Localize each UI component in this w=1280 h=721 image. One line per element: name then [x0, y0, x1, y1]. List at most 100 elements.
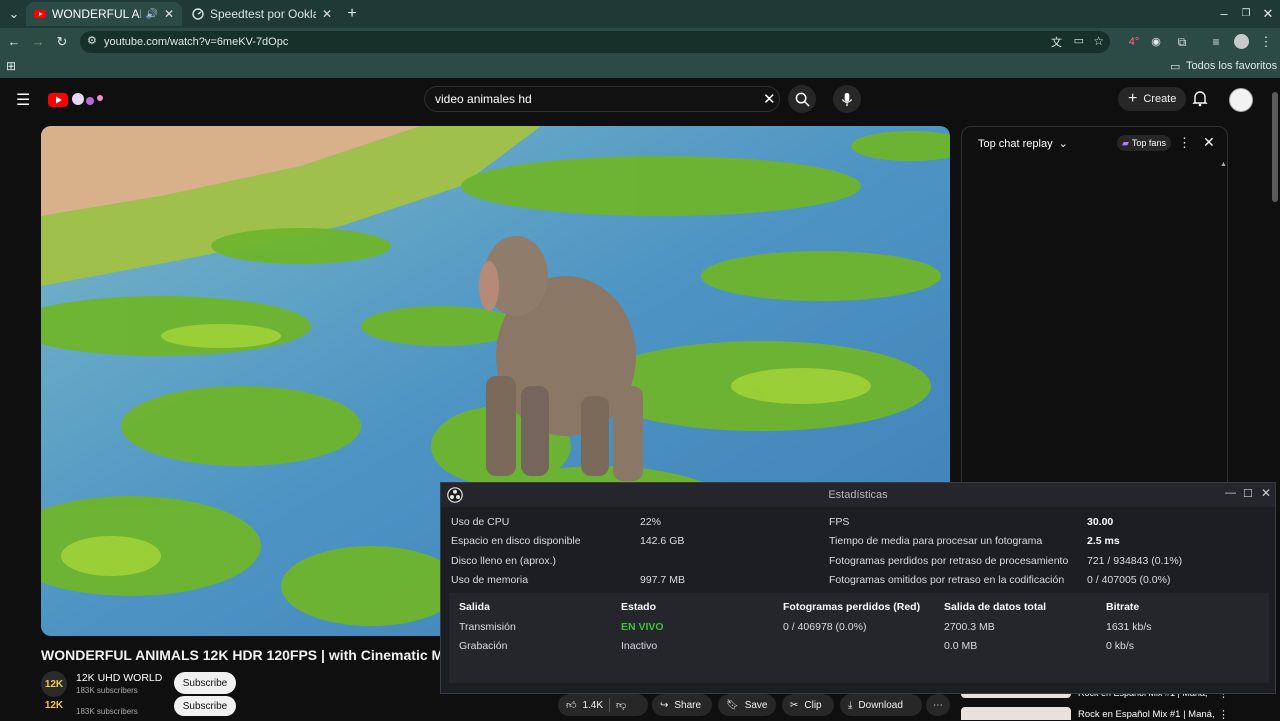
chat-more-icon[interactable]: ⋮	[1178, 135, 1191, 151]
back-icon[interactable]: ←	[4, 32, 24, 52]
notifications-icon[interactable]	[1192, 90, 1208, 112]
table-cell: 0 / 406978 (0.0%)	[783, 621, 867, 633]
subscribe-label: Subscribe	[182, 677, 228, 689]
voice-search-button[interactable]	[833, 85, 861, 113]
tab-title: Speedtest por Ookla - La	[210, 7, 316, 21]
chat-header-label: Top chat replay	[978, 138, 1053, 150]
table-cell: Inactivo	[621, 640, 658, 652]
youtube-favicon-icon	[34, 10, 46, 18]
account-avatar[interactable]	[1229, 88, 1253, 112]
new-tab-icon[interactable]: +	[342, 4, 362, 24]
tab-title: WONDERFUL ANIMA	[52, 7, 141, 21]
chat-mode-dropdown[interactable]: Top chat replay ⌄	[978, 137, 1068, 150]
site-info-icon[interactable]: ⚙	[87, 34, 97, 47]
download-button[interactable]: ⤓ Download	[840, 694, 922, 716]
thumbs-down-icon[interactable]: 👎︎	[616, 699, 626, 711]
stat-label: FPS	[829, 516, 850, 528]
stat-value: 142.6 GB	[640, 535, 685, 547]
stat-label: Uso de CPU	[451, 516, 510, 528]
recommended-thumbnail[interactable]	[961, 707, 1071, 720]
obs-title-bar[interactable]: Estadísticas	[441, 483, 1275, 507]
reload-icon[interactable]: ↻	[52, 32, 72, 52]
extensions-puzzle-icon[interactable]: ⧉	[1172, 32, 1192, 52]
subscribe-button[interactable]: Subscribe	[174, 672, 236, 694]
table-cell: Transmisión	[459, 621, 516, 633]
forward-icon[interactable]: →	[28, 32, 48, 52]
thumbs-up-icon[interactable]: 👍︎	[566, 699, 576, 711]
share-icon: ↪	[660, 699, 669, 711]
bookmark-star-icon[interactable]: ☆	[1093, 34, 1104, 48]
obs-minimize-icon[interactable]: —	[1225, 487, 1236, 499]
channel-name[interactable]: 12K UHD WORLD	[76, 672, 162, 684]
browser-menu-icon[interactable]: ⋮	[1256, 32, 1276, 52]
bookmarks-bar: ⊞ ▭ Todos los favoritos	[0, 56, 1280, 78]
extension-icon[interactable]: 4°	[1124, 32, 1144, 52]
media-controls-icon[interactable]: ≡	[1206, 32, 1226, 52]
chat-scroll-up-icon[interactable]: ▲	[1220, 161, 1227, 168]
chat-close-icon[interactable]: ✕	[1203, 134, 1215, 151]
cast-icon[interactable]: ▭	[1074, 34, 1084, 47]
youtube-logo[interactable]	[48, 92, 108, 113]
channel-avatar-duplicate: 12K	[41, 694, 67, 716]
clip-label: Clip	[804, 699, 822, 711]
stat-label: Espacio en disco disponible	[451, 535, 581, 547]
address-bar[interactable]: ⚙ youtube.com/watch?v=6meKV-7dOpc 文 ▭ ☆	[80, 31, 1110, 53]
table-cell: 1631 kb/s	[1106, 621, 1152, 633]
stat-label: Disco lleno en (aprox.)	[451, 555, 557, 567]
obs-stats-window: Estadísticas — ☐ ✕ Uso de CPU 22% Espaci…	[440, 482, 1276, 694]
more-actions-button[interactable]: ⋯	[926, 694, 950, 716]
search-input[interactable]: video animales hd	[424, 86, 780, 112]
all-bookmarks-link[interactable]: Todos los favoritos	[1186, 60, 1277, 72]
table-header: Estado	[621, 601, 657, 613]
top-fans-badge[interactable]: ▰ Top fans	[1117, 135, 1171, 151]
top-fans-label: Top fans	[1131, 138, 1166, 148]
divider	[609, 698, 611, 712]
save-button[interactable]: 🔖︎ Save	[718, 694, 776, 716]
table-header: Salida	[459, 601, 490, 613]
restore-window-icon[interactable]: ❐	[1236, 4, 1256, 24]
stat-value: 22%	[640, 516, 662, 528]
create-button[interactable]: + Create	[1118, 87, 1187, 111]
scissors-icon: ✂	[790, 699, 799, 711]
table-cell: 0 kb/s	[1106, 640, 1135, 652]
profile-avatar[interactable]	[1234, 34, 1249, 49]
table-header: Bitrate	[1106, 601, 1140, 613]
stat-value: 0 / 407005 (0.0%)	[1087, 574, 1171, 586]
clip-button[interactable]: ✂ Clip	[782, 694, 834, 716]
url-text: youtube.com/watch?v=6meKV-7dOpc	[104, 36, 289, 48]
tab-search-chevron-icon[interactable]: ⌄	[4, 4, 24, 24]
translate-icon[interactable]: 文	[1051, 34, 1062, 50]
recommended-title[interactable]: Rock en Español Mix #1 | Maná,	[1078, 709, 1215, 720]
page-scrollbar[interactable]	[1272, 92, 1278, 202]
fans-icon: ▰	[1122, 137, 1129, 148]
apps-grid-icon[interactable]: ⊞	[6, 59, 16, 73]
like-dislike-group: 👍︎ 1.4K 👎︎	[558, 694, 648, 716]
recommended-more-icon[interactable]: ⋮	[1218, 708, 1229, 721]
search-button[interactable]	[788, 85, 816, 113]
microphone-icon	[841, 92, 853, 106]
channel-avatar-text: 12K	[44, 699, 64, 711]
obs-close-icon[interactable]: ✕	[1261, 486, 1271, 500]
subscriber-count: 183K subscribers	[76, 686, 138, 695]
extension-record-icon[interactable]: ◉	[1146, 32, 1166, 52]
hamburger-menu-icon[interactable]: ☰	[16, 90, 30, 110]
minimize-window-icon[interactable]: –	[1214, 4, 1234, 24]
subscribe-button-duplicate[interactable]: Subscribe	[174, 696, 236, 716]
audio-playing-icon: 🔊	[145, 8, 158, 20]
stat-label: Tiempo de media para procesar un fotogra…	[829, 535, 1043, 547]
video-title: WONDERFUL ANIMALS 12K HDR 120FPS | with …	[41, 647, 441, 663]
tab-youtube[interactable]: WONDERFUL ANIMA 🔊 ✕	[26, 2, 182, 26]
speedtest-favicon-icon	[192, 8, 204, 20]
search-value: video animales hd	[435, 92, 532, 106]
chevron-down-icon: ⌄	[1058, 138, 1068, 150]
share-button[interactable]: ↪ Share	[652, 694, 712, 716]
create-label: Create	[1143, 93, 1177, 105]
obs-maximize-icon[interactable]: ☐	[1243, 487, 1253, 500]
table-header: Salida de datos total	[944, 601, 1047, 613]
like-count[interactable]: 1.4K	[582, 700, 603, 711]
close-tab-icon[interactable]: ✕	[164, 7, 174, 21]
close-tab-icon[interactable]: ✕	[322, 7, 332, 21]
clear-search-icon[interactable]: ✕	[763, 90, 776, 108]
close-window-icon[interactable]: ✕	[1258, 4, 1278, 24]
tab-speedtest[interactable]: Speedtest por Ookla - La ✕	[184, 2, 340, 26]
